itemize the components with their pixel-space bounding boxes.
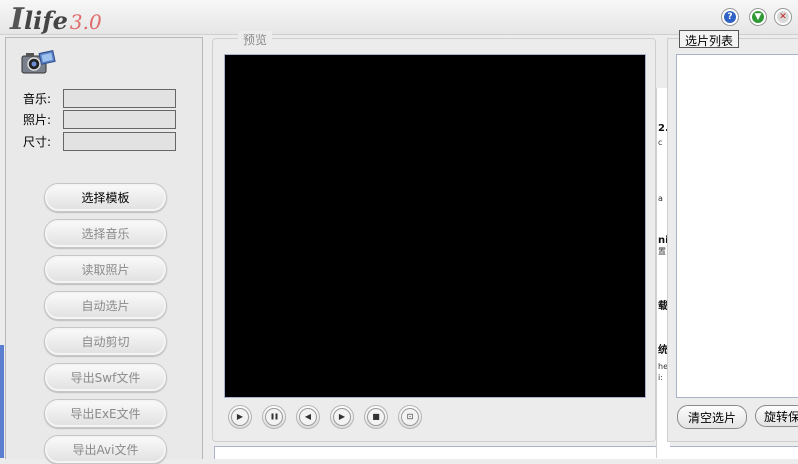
stop-icon: ■	[367, 408, 385, 426]
stop-button[interactable]: ■	[364, 405, 388, 429]
next-icon: ▶	[333, 408, 351, 426]
size-value-box	[63, 132, 176, 151]
zoom-icon: ⊡	[401, 408, 419, 426]
play-button[interactable]: ▶	[228, 405, 252, 429]
photo-label: 照片:	[23, 113, 52, 127]
logo-version: 3.0	[69, 10, 102, 34]
logo-i: I	[10, 2, 25, 37]
logo-life: life	[24, 6, 68, 35]
music-info-row: 音乐:	[23, 89, 176, 108]
pause-icon: ❚❚	[265, 408, 283, 426]
play-icon: ▶	[231, 408, 249, 426]
bg-fragment: i:	[658, 373, 663, 382]
load-photos-button[interactable]: 读取照片	[44, 255, 167, 284]
selection-list[interactable]	[676, 54, 798, 398]
help-icon: ?	[724, 11, 736, 23]
minimize-button[interactable]: ▼	[749, 8, 767, 26]
left-edge-strip	[0, 345, 4, 458]
bg-fragment: a	[658, 194, 663, 203]
photo-info-row: 照片:	[23, 110, 176, 129]
select-template-button[interactable]: 选择模板	[44, 183, 167, 212]
previous-button[interactable]: ◀	[296, 405, 320, 429]
bg-fragment: 置	[658, 247, 666, 256]
export-avi-button[interactable]: 导出Avi文件	[44, 435, 167, 464]
next-button[interactable]: ▶	[330, 405, 354, 429]
photo-value-box	[63, 110, 176, 129]
left-panel: 音乐: 照片: 尺寸: 选择模板 选择音乐 读取照片 自动选片 自动剪切 导出S…	[5, 37, 203, 464]
camera-icon	[21, 50, 56, 74]
select-music-button[interactable]: 选择音乐	[44, 219, 167, 248]
bg-fragment: c	[658, 138, 663, 147]
preview-video-area[interactable]	[224, 54, 646, 398]
app-logo: Ilife 3.0	[10, 2, 102, 37]
previous-icon: ◀	[299, 408, 317, 426]
auto-crop-button[interactable]: 自动剪切	[44, 327, 167, 356]
rotate-save-button[interactable]: 旋转保	[755, 405, 798, 427]
auto-select-button[interactable]: 自动选片	[44, 291, 167, 320]
zoom-button[interactable]: ⊡	[398, 405, 422, 429]
bottom-panel	[214, 446, 798, 459]
export-exe-button[interactable]: 导出ExE文件	[44, 399, 167, 428]
close-icon: ✕	[777, 11, 789, 23]
close-button[interactable]: ✕	[774, 8, 792, 26]
preview-legend: 预览	[238, 31, 273, 48]
clear-selection-button[interactable]: 清空选片	[677, 405, 747, 429]
size-info-row: 尺寸:	[23, 132, 176, 151]
selection-list-tab[interactable]: 选片列表	[679, 30, 740, 48]
size-label: 尺寸:	[23, 135, 52, 149]
help-button[interactable]: ?	[721, 8, 739, 26]
music-label: 音乐:	[23, 92, 52, 106]
export-swf-button[interactable]: 导出Swf文件	[44, 363, 167, 392]
minimize-icon: ▼	[752, 11, 764, 23]
music-value-box	[63, 89, 176, 108]
pause-button[interactable]: ❚❚	[262, 405, 286, 429]
